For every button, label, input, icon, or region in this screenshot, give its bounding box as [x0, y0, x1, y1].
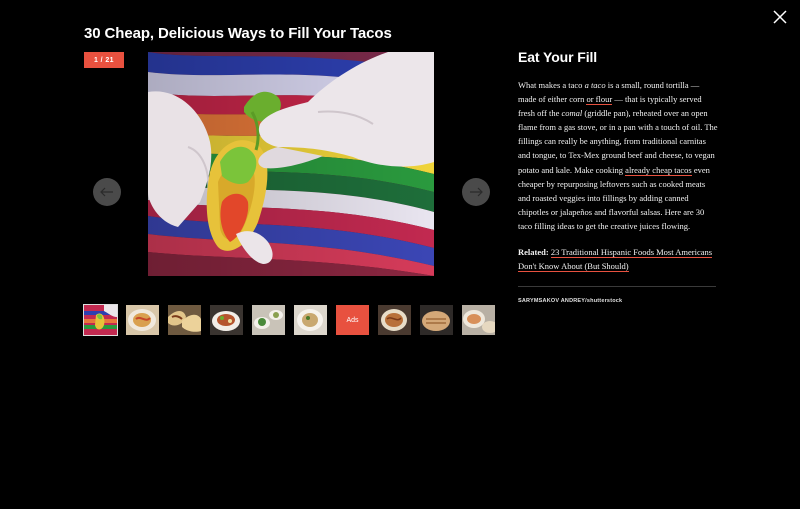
slide-counter-badge: 1 / 21 — [84, 52, 124, 68]
thumbnail-bread[interactable] — [420, 305, 453, 335]
slide-heading: Eat Your Fill — [518, 49, 598, 65]
thumbnail-pasta[interactable] — [126, 305, 159, 335]
close-icon — [773, 10, 787, 24]
related-line: Related: 23 Traditional Hispanic Foods M… — [518, 245, 718, 273]
slide-description: What makes a taco a taco is a small, rou… — [518, 80, 718, 231]
arrow-right-icon — [470, 187, 483, 197]
related-label: Related: — [518, 247, 549, 258]
flour-link[interactable]: or flour — [586, 94, 613, 106]
article-panel: Eat Your Fill What makes a taco a taco i… — [518, 49, 718, 304]
thumbnail-dish[interactable] — [462, 305, 495, 335]
thumbnail-ads[interactable]: Ads — [336, 305, 369, 335]
main-slide-image — [148, 52, 434, 276]
close-button[interactable] — [769, 6, 791, 28]
cheap-tacos-link[interactable]: already cheap tacos — [625, 164, 692, 176]
previous-slide-button[interactable] — [93, 178, 121, 206]
thumbnail-taco[interactable] — [83, 304, 118, 336]
thumbnail-bowl-2[interactable] — [378, 305, 411, 335]
thumbnail-table[interactable] — [252, 305, 285, 335]
divider — [518, 286, 716, 288]
photo-credit: SARYMSAKOV ANDREY/shutterstock — [518, 298, 623, 305]
arrow-left-icon — [100, 187, 113, 197]
page-title: 30 Cheap, Delicious Ways to Fill Your Ta… — [84, 25, 392, 42]
next-slide-button[interactable] — [462, 178, 490, 206]
ads-label: Ads — [346, 316, 359, 324]
thumbnail-tacos[interactable] — [168, 305, 201, 335]
thumbnail-strip: Ads — [83, 304, 495, 336]
thumbnail-bowl[interactable] — [294, 305, 327, 335]
thumbnail-salad-plate[interactable] — [210, 305, 243, 335]
